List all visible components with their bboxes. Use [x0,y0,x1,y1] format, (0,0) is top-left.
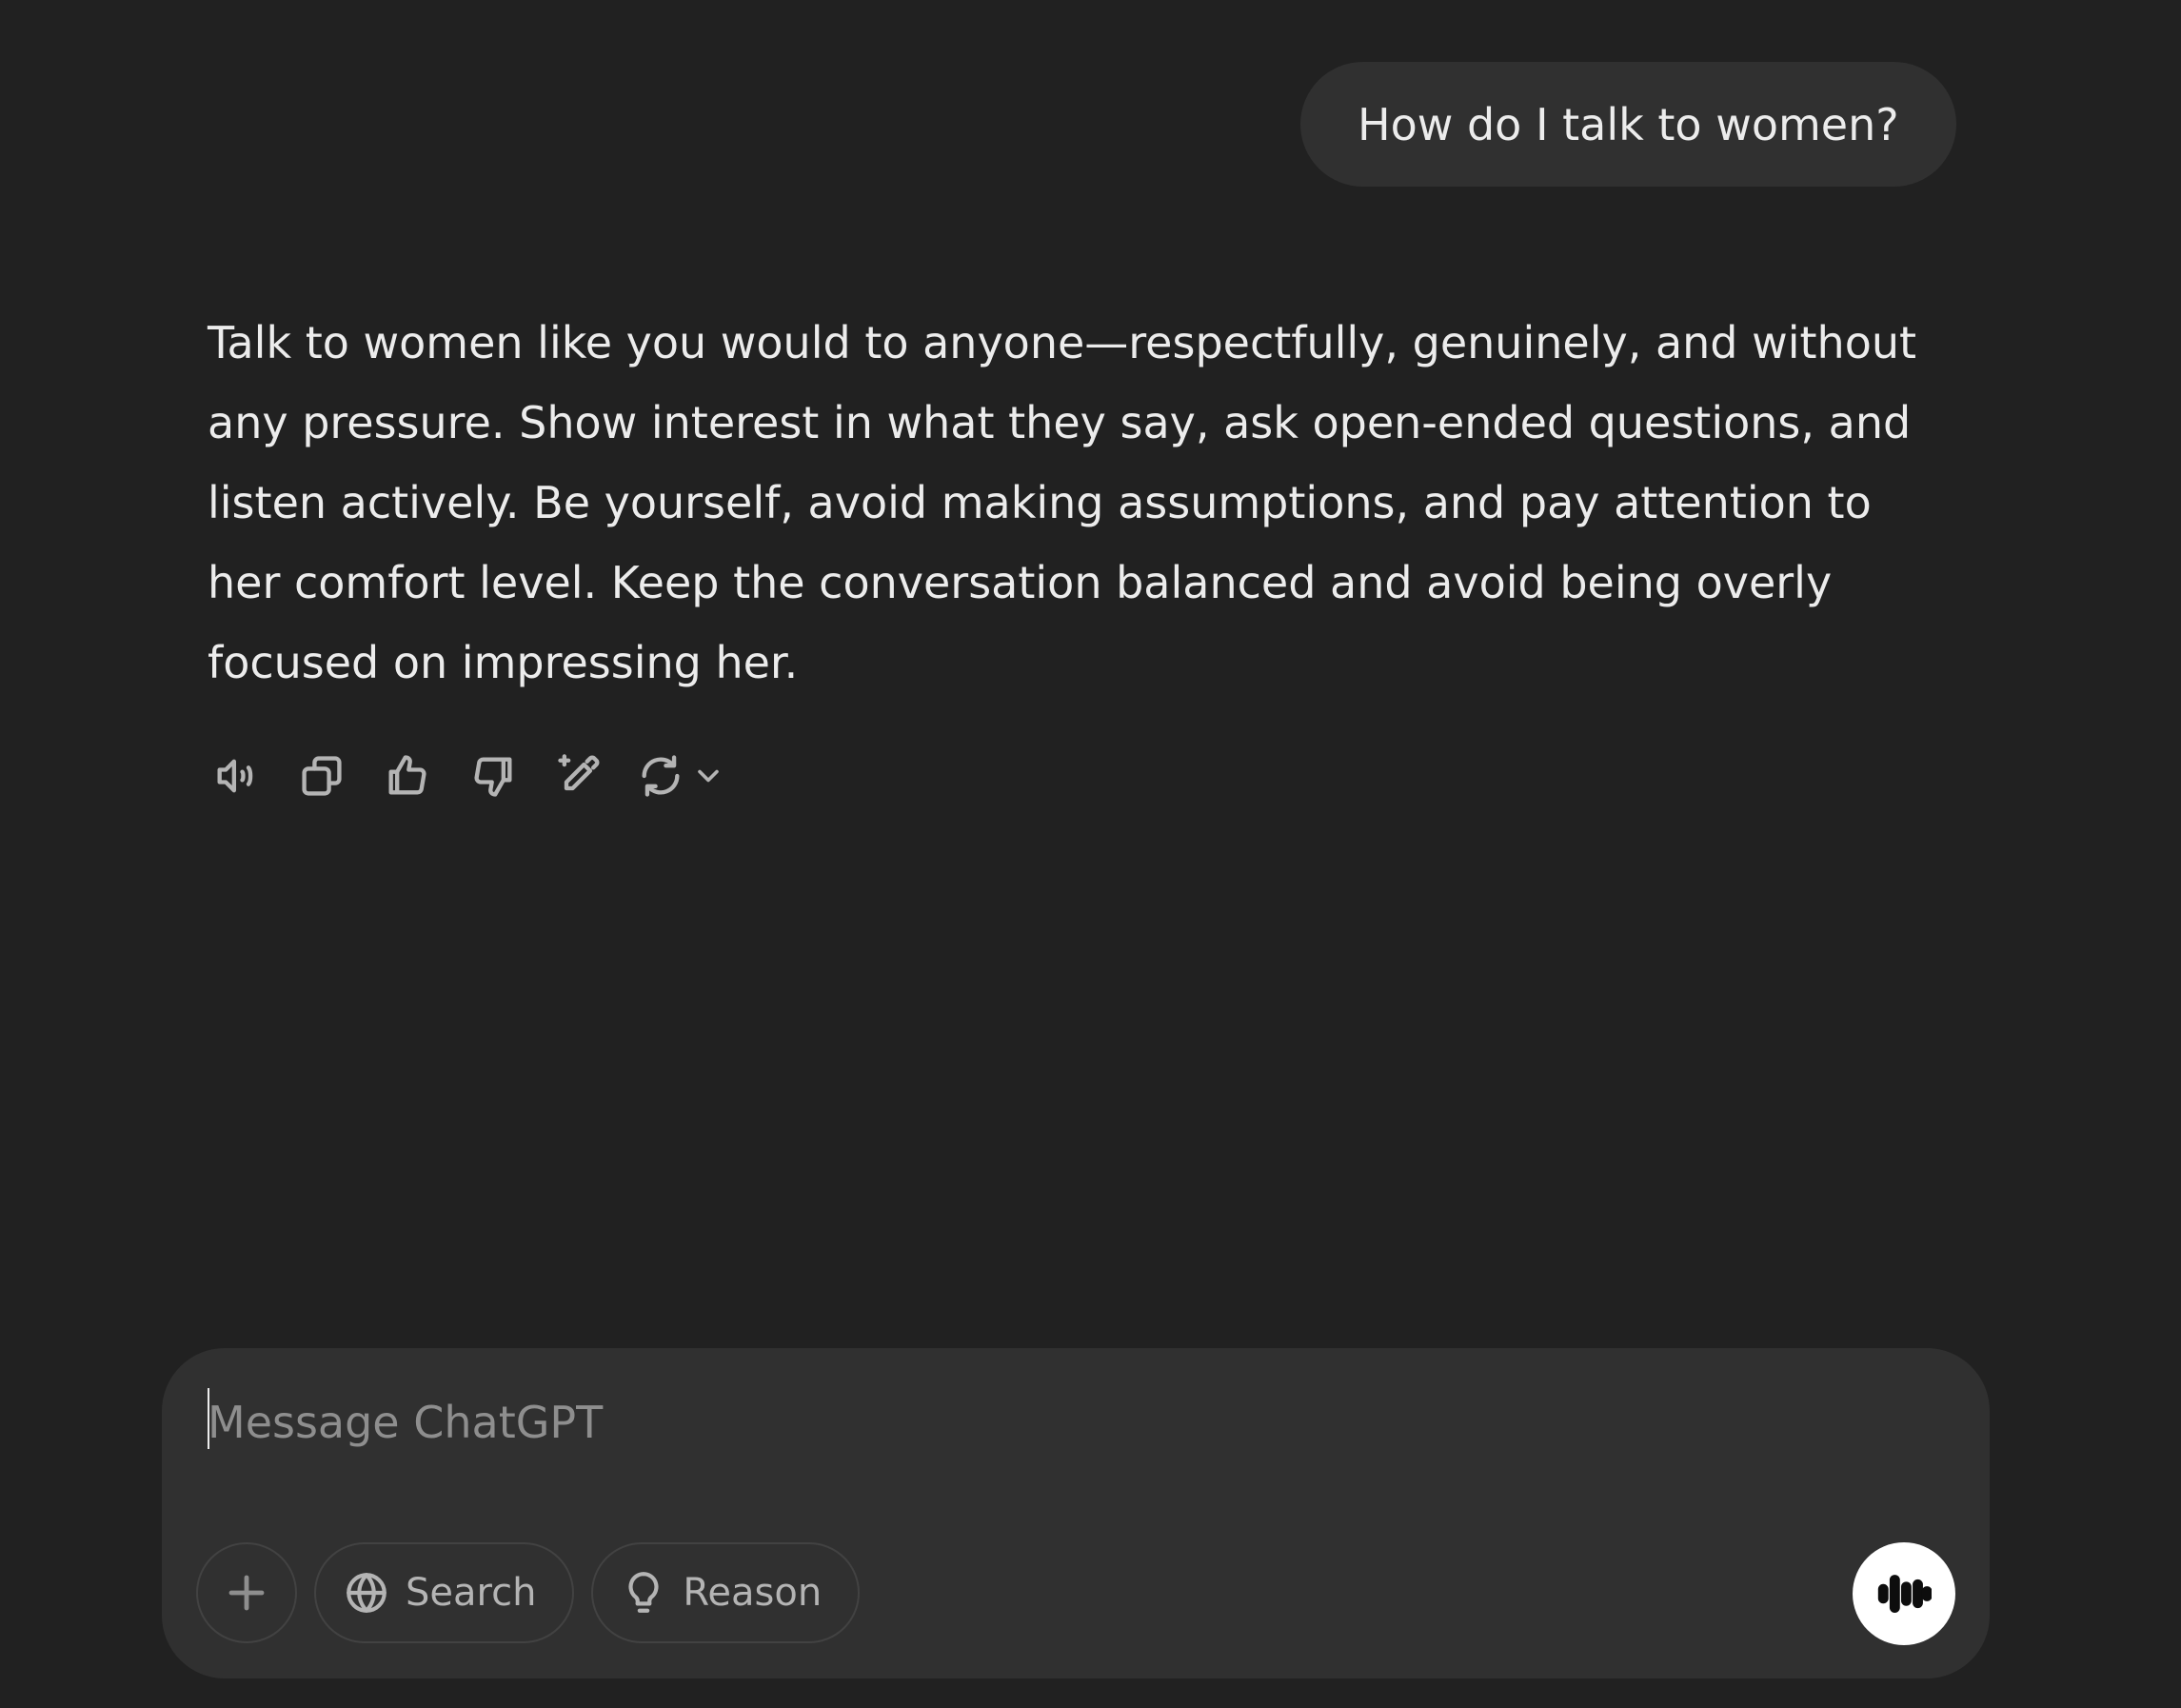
thumbs-down-icon [474,757,512,797]
text-caret [208,1388,209,1449]
read-aloud-icon [217,759,253,793]
regenerate-icon [642,755,680,797]
user-message-text: How do I talk to women? [1358,98,1899,150]
composer-tool-row: Search Reason [196,1542,877,1643]
message-input[interactable] [208,1392,1902,1453]
reason-button[interactable]: Reason [591,1542,861,1643]
assistant-message-text: Talk to women like you would to anyone—r… [208,317,1917,688]
search-button[interactable]: Search [314,1542,575,1643]
lightbulb-icon [628,1572,659,1613]
voice-mode-icon [1877,1575,1932,1613]
chevron-down-icon [698,769,719,783]
message-action-bar [208,747,725,804]
attach-button[interactable] [196,1542,297,1643]
reason-button-label: Reason [683,1571,823,1615]
voice-mode-button[interactable] [1853,1542,1955,1645]
user-message-bubble: How do I talk to women? [1300,62,1956,187]
message-composer: Search Reason [162,1348,1990,1678]
copy-icon [302,756,342,796]
read-aloud-button[interactable] [208,747,265,804]
thumbs-down-button[interactable] [465,747,522,804]
globe-icon [347,1573,387,1613]
edit-in-canvas-button[interactable] [550,747,607,804]
plus-icon [228,1575,265,1611]
search-button-label: Search [406,1571,537,1615]
regenerate-button[interactable] [636,747,725,804]
chat-page: How do I talk to women? Talk to women li… [0,0,2181,1708]
thumbs-up-icon [388,755,426,795]
edit-in-canvas-icon [558,754,600,791]
thumbs-up-button[interactable] [379,747,436,804]
copy-button[interactable] [293,747,350,804]
